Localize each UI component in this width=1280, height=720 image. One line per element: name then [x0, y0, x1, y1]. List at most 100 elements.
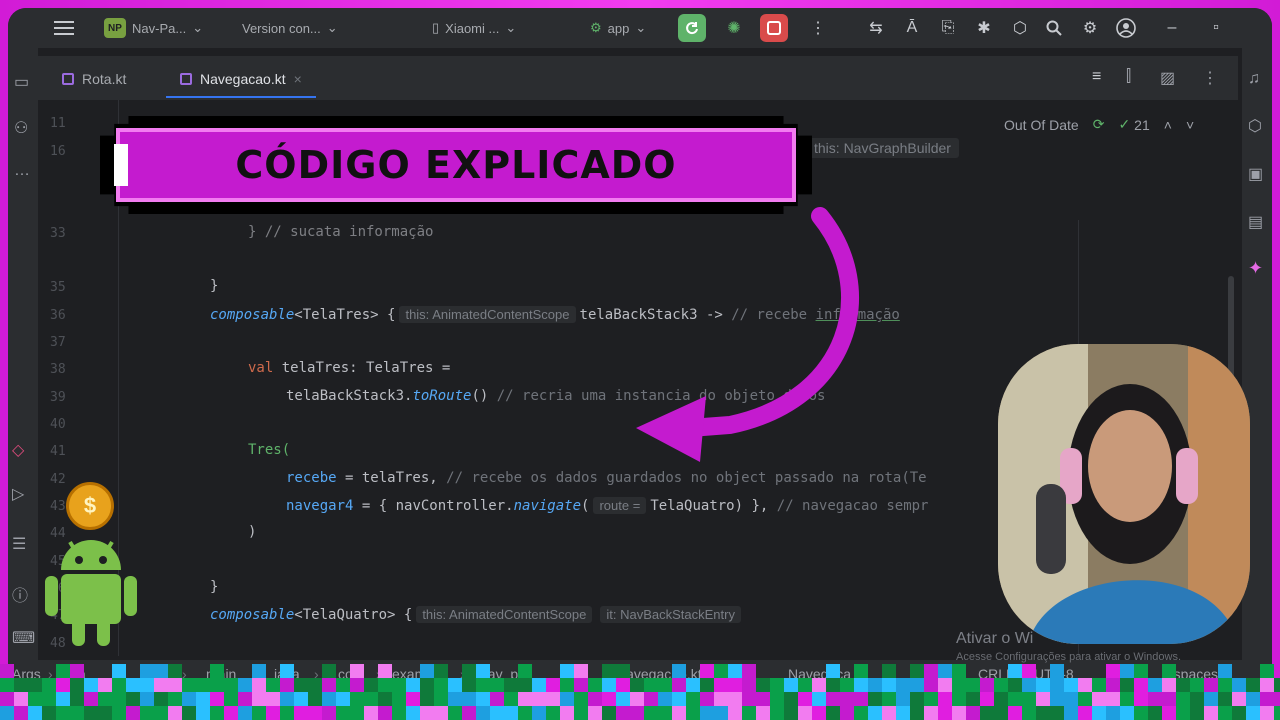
pixel-tile [938, 692, 952, 706]
pixel-tile [28, 692, 42, 706]
android-app-icon: ⚙ [590, 20, 602, 35]
pixel-tile [210, 678, 224, 692]
pixel-tile [252, 678, 266, 692]
design-view-icon[interactable]: ▨ [1160, 68, 1175, 88]
pixel-tile [1218, 692, 1232, 706]
pixel-tile [70, 706, 84, 720]
hamburger-menu-icon[interactable] [54, 16, 74, 40]
pixel-tile [504, 706, 518, 720]
chevron-down-icon: ⌄ [635, 20, 647, 35]
pixel-tile [308, 692, 322, 706]
pixel-tile [42, 692, 56, 706]
pixel-tile [210, 692, 224, 706]
kotlin-file-icon [180, 73, 192, 85]
device-selector[interactable]: ▯ Xiaomi ... ⌄ [432, 16, 516, 40]
pixel-tile [952, 664, 966, 678]
pixel-tile [210, 706, 224, 720]
stop-button[interactable] [760, 14, 788, 42]
code-line-44: ) [248, 524, 257, 540]
pixel-tile [714, 692, 728, 706]
pixel-tile [1246, 706, 1260, 720]
commit-icon[interactable]: ⚇ [14, 118, 28, 138]
gem-icon[interactable]: ◇ [12, 440, 24, 460]
pixel-tile [490, 692, 504, 706]
pixel-tile [546, 678, 560, 692]
split-view-icon[interactable]: ⫿ [1126, 68, 1131, 86]
restore-icon[interactable]: ▫ [1202, 14, 1230, 42]
pixel-tile [14, 678, 28, 692]
check-icon[interactable]: ✓ [1118, 116, 1130, 133]
more-tools-icon[interactable]: … [14, 162, 30, 180]
sdk-manager-icon[interactable]: ⬡ [1006, 14, 1034, 42]
minimize-icon[interactable]: – [1158, 14, 1186, 42]
inlay-hint: this: AnimatedContentScope [416, 606, 593, 623]
logcat-icon[interactable]: ☰ [12, 534, 26, 554]
pixel-tile [392, 678, 406, 692]
device-bug-icon[interactable]: ✱ [970, 14, 998, 42]
pixel-tile [1008, 678, 1022, 692]
account-icon[interactable] [1112, 14, 1140, 42]
more-actions-icon[interactable]: ⋮ [804, 14, 832, 42]
gemini-sparkle-icon[interactable]: ✦ [1248, 258, 1263, 279]
running-devices-icon[interactable]: ▤ [1248, 212, 1263, 232]
pixel-tile [280, 692, 294, 706]
fn-toRoute: toRoute [412, 388, 472, 404]
refresh-icon[interactable]: ⟳ [1093, 116, 1105, 133]
project-selector[interactable]: NP Nav-Pa... ⌄ [104, 16, 203, 40]
pixel-tile [126, 692, 140, 706]
pixel-tile [1064, 692, 1078, 706]
close-icon[interactable]: × [294, 71, 302, 87]
pixel-tile [686, 678, 700, 692]
layout-inspector-icon[interactable]: ⎘ [934, 14, 962, 42]
run-icon[interactable]: ▷ [12, 484, 24, 504]
sync-gradle-icon[interactable]: ⇆ [862, 14, 890, 42]
folder-icon[interactable]: ▭ [14, 72, 29, 92]
notifications-bell-icon[interactable]: ♫ [1248, 70, 1260, 88]
pixel-tile [560, 664, 574, 678]
code-view-icon[interactable]: ≡ [1092, 68, 1101, 86]
problems-icon[interactable]: ⓘ [12, 582, 28, 606]
pixel-tile [168, 664, 182, 678]
gradle-icon[interactable]: ⬡ [1248, 116, 1262, 136]
pixel-tile [434, 664, 448, 678]
device-manager-icon[interactable]: ▣ [1248, 164, 1263, 184]
pixel-tile [574, 692, 588, 706]
pixel-tile [518, 678, 532, 692]
pixel-tile [672, 706, 686, 720]
pixel-tile [350, 692, 364, 706]
pixel-tile [182, 706, 196, 720]
chevron-down-icon[interactable]: ˅ [1186, 117, 1194, 133]
editor-tabs: Rota.kt Navegacao.kt × ≡ ⫿ ▨ ⋮ [38, 56, 1238, 100]
pixel-tile [826, 664, 840, 678]
vcs-selector[interactable]: Version con... ⌄ [242, 16, 338, 40]
debug-bug-icon[interactable]: ✺ [720, 14, 748, 42]
gear-icon[interactable]: ⚙ [1076, 14, 1104, 42]
curved-arrow-icon [636, 207, 859, 462]
pixel-tile [1134, 678, 1148, 692]
pixel-tile [700, 706, 714, 720]
pixel-tile [924, 692, 938, 706]
pixel-tile [1120, 706, 1134, 720]
check-count: 21 [1134, 116, 1150, 133]
run-config-selector[interactable]: ⚙ app ⌄ [590, 16, 646, 40]
pixel-tile [476, 664, 490, 678]
tab-navegacao[interactable]: Navegacao.kt × [166, 62, 316, 98]
search-icon[interactable] [1040, 14, 1068, 42]
pixel-tile [966, 692, 980, 706]
pixel-tile [546, 706, 560, 720]
pixel-tile [504, 692, 518, 706]
kotlin-file-icon [62, 73, 74, 85]
tab-rota[interactable]: Rota.kt [48, 62, 140, 96]
tab-options-icon[interactable]: ⋮ [1202, 68, 1218, 88]
terminal-icon[interactable]: ⌨ [12, 628, 35, 648]
line-number: 37 [50, 335, 66, 350]
pixel-tile [56, 664, 70, 678]
pixel-tile [182, 678, 196, 692]
translate-icon[interactable]: Ā [898, 14, 926, 42]
pixel-tile [420, 664, 434, 678]
chevron-up-icon[interactable]: ˄ [1164, 117, 1172, 133]
pixel-tile [1148, 692, 1162, 706]
pixel-tile [462, 692, 476, 706]
pixel-tile [1092, 706, 1106, 720]
apply-changes-button[interactable] [678, 14, 706, 42]
